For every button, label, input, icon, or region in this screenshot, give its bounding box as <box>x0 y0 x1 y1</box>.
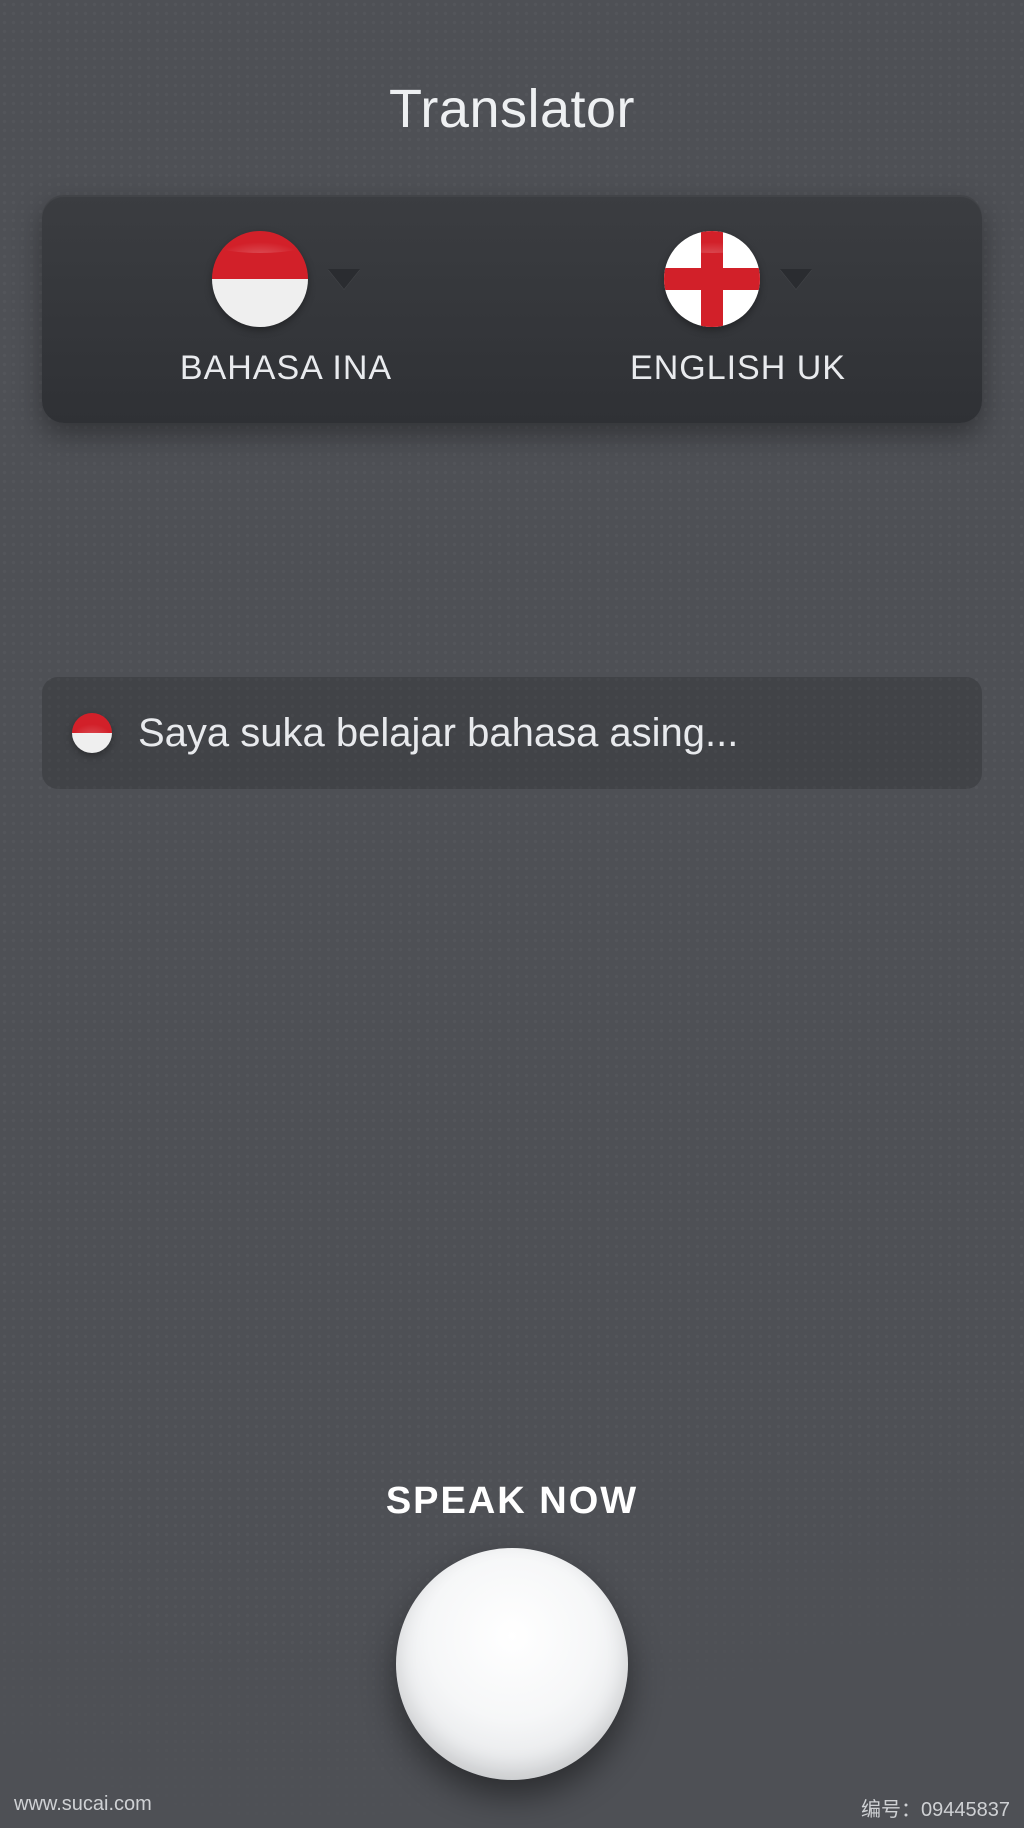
watermark-id: 编号：09445837 <box>861 1793 1010 1822</box>
speak-now-label: SPEAK NOW <box>0 1480 1024 1523</box>
audio-waveform-icon <box>0 1005 1024 1415</box>
language-selector-card: BAHASA INA ENGLISH UK <box>42 195 982 423</box>
indonesia-flag-icon <box>72 713 112 753</box>
england-flag-icon <box>664 231 760 327</box>
chevron-down-icon <box>328 269 360 289</box>
chevron-down-icon <box>780 269 812 289</box>
target-language-selector[interactable]: ENGLISH UK <box>512 231 964 388</box>
source-language-label: BAHASA INA <box>180 349 392 388</box>
microphone-button[interactable] <box>396 1548 628 1780</box>
target-language-label: ENGLISH UK <box>630 349 846 388</box>
page-title: Translator <box>0 78 1024 140</box>
transcription-bubble[interactable]: Saya suka belajar bahasa asing... <box>42 677 982 789</box>
transcription-text: Saya suka belajar bahasa asing... <box>138 711 738 756</box>
watermark-footer: www.sucai.com 编号：09445837 <box>0 1793 1024 1822</box>
indonesia-flag-icon <box>212 231 308 327</box>
source-language-selector[interactable]: BAHASA INA <box>60 231 512 388</box>
watermark-site: www.sucai.com <box>14 1793 152 1822</box>
